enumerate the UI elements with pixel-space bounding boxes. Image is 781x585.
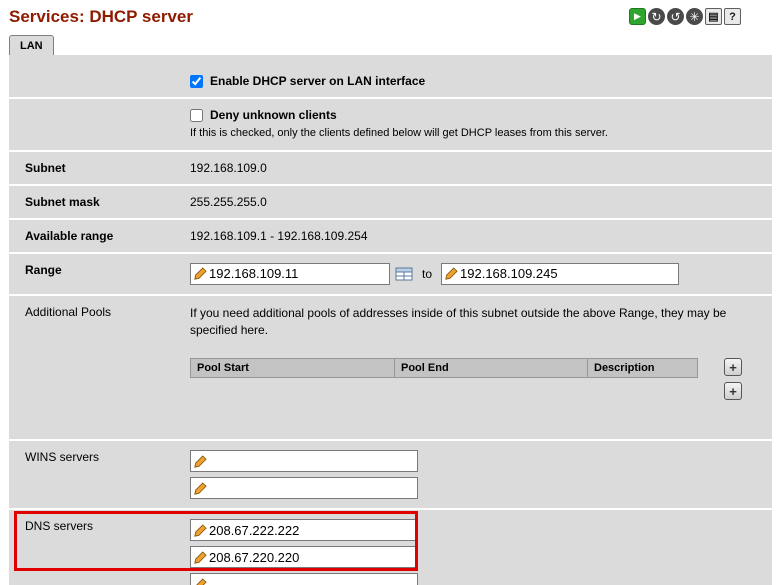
dns-servers-label: DNS servers bbox=[9, 516, 190, 585]
header-icons: ▶ ↻ ↺ ✳ ▤ ? bbox=[629, 7, 741, 25]
additional-pools-help: If you need additional pools of addresse… bbox=[190, 305, 762, 339]
deny-unknown-label: Deny unknown clients bbox=[210, 108, 337, 122]
start-service-icon[interactable]: ▶ bbox=[629, 8, 646, 25]
additional-pools-label: Additional Pools bbox=[9, 302, 190, 434]
row-wins: WINS servers bbox=[9, 441, 772, 510]
range-to-input[interactable] bbox=[460, 266, 675, 281]
row-subnet-mask: Subnet mask 255.255.255.0 bbox=[9, 186, 772, 220]
pool-start-header: Pool Start bbox=[190, 358, 395, 378]
pencil-icon bbox=[194, 551, 207, 564]
row-additional-pools: Additional Pools If you need additional … bbox=[9, 296, 772, 442]
pool-end-header: Pool End bbox=[395, 358, 588, 378]
subnet-mask-value: 255.255.255.0 bbox=[190, 192, 772, 212]
subnet-mask-label: Subnet mask bbox=[9, 192, 190, 212]
stop-service-icon[interactable]: ↺ bbox=[667, 8, 684, 25]
settings-icon[interactable]: ✳ bbox=[686, 8, 703, 25]
row-available-range: Available range 192.168.109.1 - 192.168.… bbox=[9, 220, 772, 254]
tab-lan[interactable]: LAN bbox=[9, 35, 54, 55]
deny-unknown-help: If this is checked, only the clients def… bbox=[190, 126, 762, 141]
pencil-icon bbox=[194, 455, 207, 468]
dhcp-server-page: Services: DHCP server ▶ ↻ ↺ ✳ ▤ ? LAN En… bbox=[0, 0, 781, 585]
settings-form: Enable DHCP server on LAN interface Deny… bbox=[9, 55, 772, 585]
wins-servers-label: WINS servers bbox=[9, 447, 190, 502]
row-dns: DNS servers bbox=[9, 510, 772, 585]
range-to-label: to bbox=[422, 267, 432, 281]
row-subnet: Subnet 192.168.109.0 bbox=[9, 152, 772, 186]
range-label: Range bbox=[9, 260, 190, 288]
add-pool-button[interactable]: + bbox=[724, 358, 742, 376]
add-pool-button-2[interactable]: + bbox=[724, 382, 742, 400]
dns-server-3-input[interactable] bbox=[209, 577, 414, 585]
wins-server-1-input[interactable] bbox=[209, 454, 414, 469]
row-deny: Deny unknown clients If this is checked,… bbox=[9, 99, 772, 152]
pool-description-header: Description bbox=[588, 358, 698, 378]
dns-server-2-input[interactable] bbox=[209, 550, 414, 565]
address-picker-icon[interactable] bbox=[395, 265, 413, 283]
subnet-value: 192.168.109.0 bbox=[190, 158, 772, 178]
row-enable: Enable DHCP server on LAN interface bbox=[9, 65, 772, 99]
pencil-icon bbox=[194, 267, 207, 280]
page-title: Services: DHCP server bbox=[9, 7, 193, 27]
page-header: Services: DHCP server ▶ ↻ ↺ ✳ ▤ ? bbox=[0, 0, 781, 29]
pencil-icon bbox=[194, 482, 207, 495]
subnet-label: Subnet bbox=[9, 158, 190, 178]
pencil-icon bbox=[194, 524, 207, 537]
row-range: Range to bbox=[9, 254, 772, 296]
range-from-input[interactable] bbox=[209, 266, 386, 281]
restart-service-icon[interactable]: ↻ bbox=[648, 8, 665, 25]
log-icon[interactable]: ▤ bbox=[705, 8, 722, 25]
available-range-value: 192.168.109.1 - 192.168.109.254 bbox=[190, 226, 772, 246]
enable-dhcp-checkbox[interactable] bbox=[190, 75, 203, 88]
help-icon[interactable]: ? bbox=[724, 8, 741, 25]
pools-table: Pool Start Pool End Description + + bbox=[190, 358, 762, 400]
enable-dhcp-label: Enable DHCP server on LAN interface bbox=[210, 74, 425, 88]
wins-server-2-input[interactable] bbox=[209, 481, 414, 496]
dns-server-1-input[interactable] bbox=[209, 523, 414, 538]
deny-unknown-checkbox[interactable] bbox=[190, 109, 203, 122]
tab-bar: LAN bbox=[0, 29, 781, 55]
pencil-icon bbox=[194, 578, 207, 585]
pencil-icon bbox=[445, 267, 458, 280]
available-range-label: Available range bbox=[9, 226, 190, 246]
